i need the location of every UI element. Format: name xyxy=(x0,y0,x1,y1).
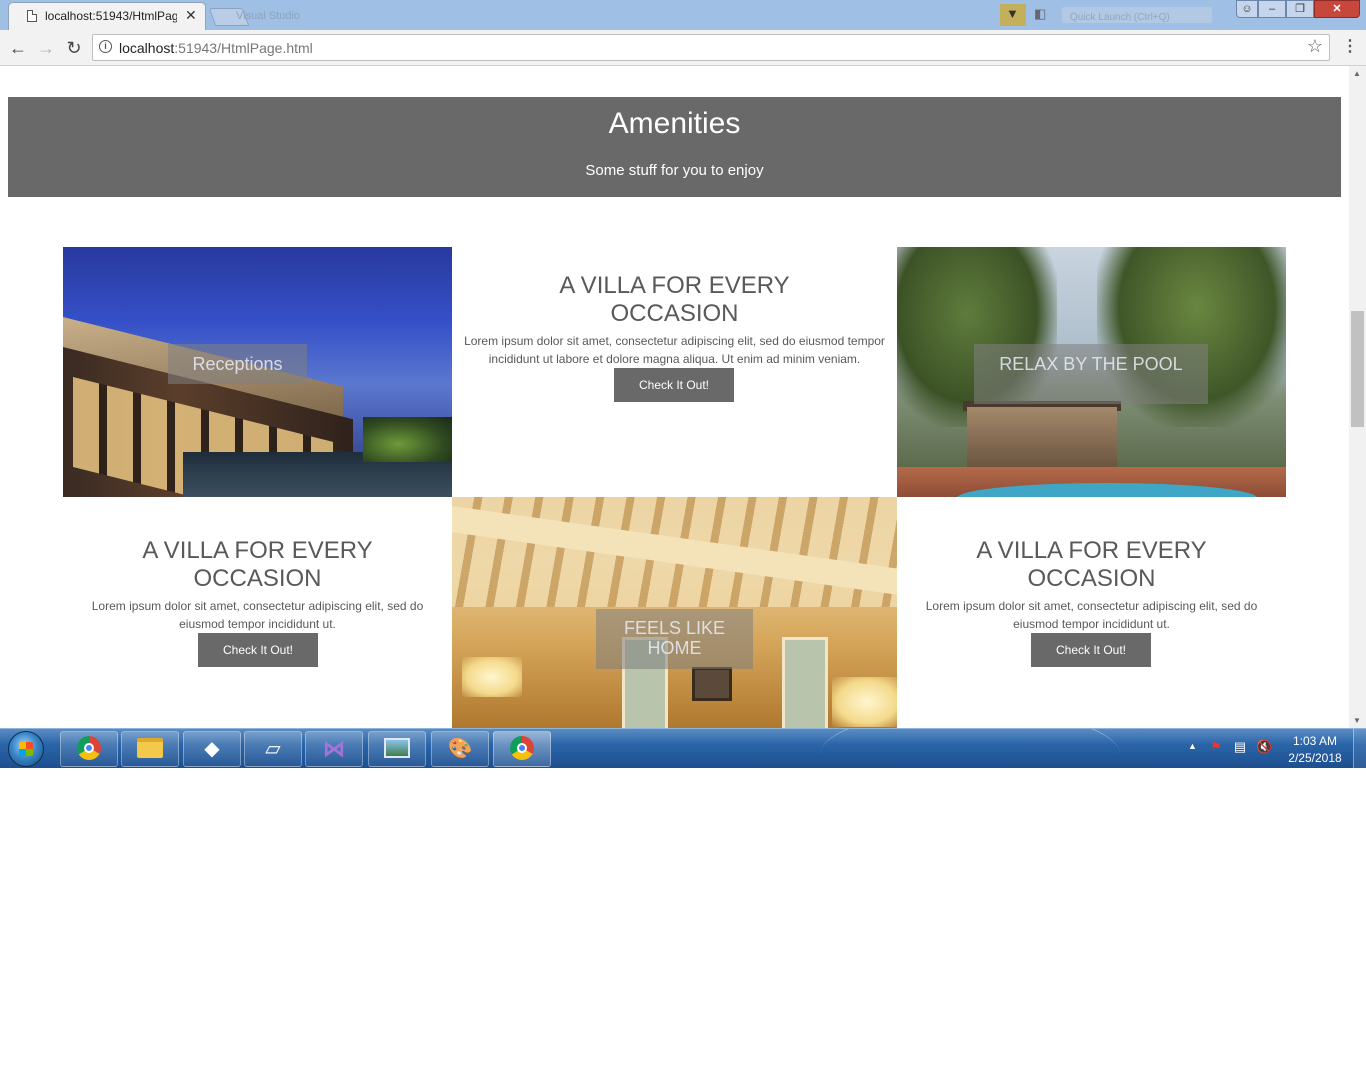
card-title: A VILLA FOR EVERY OCCASION xyxy=(559,272,790,327)
pool-label[interactable]: RELAX BY THE POOL xyxy=(974,344,1208,404)
show-desktop-button[interactable] xyxy=(1353,729,1366,768)
image-detail xyxy=(692,667,732,701)
page-subtitle: Some stuff for you to enjoy xyxy=(585,162,764,179)
user-icon[interactable]: ☺ xyxy=(1236,0,1258,18)
close-window-button[interactable]: ✕ xyxy=(1314,0,1360,18)
card-title: A VILLA FOR EVERY OCCASION xyxy=(976,537,1207,592)
windows-taskbar: ◆ ▱ ⋈ 🎨 ▲ ⚑ ▤ 🔇 1:03 AM 2/25/2018 xyxy=(0,728,1366,768)
page-viewport: Amenities Some stuff for you to enjoy Re… xyxy=(0,66,1349,728)
chrome-taskbar-button[interactable] xyxy=(60,731,118,767)
action-center-flag-icon[interactable]: ⚑ xyxy=(1208,739,1224,755)
info-icon[interactable]: i xyxy=(99,40,112,53)
image-detail xyxy=(782,637,828,728)
quick-launch-search[interactable]: Quick Launch (Ctrl+Q) xyxy=(1062,7,1212,23)
paint-taskbar-button[interactable]: 🎨 xyxy=(431,731,489,767)
image-detail xyxy=(363,417,452,462)
scrollbar-thumb[interactable] xyxy=(1351,311,1364,427)
villa-card: A VILLA FOR EVERY OCCASION Lorem ipsum d… xyxy=(452,272,897,368)
image-detail xyxy=(832,677,897,727)
tab-title: localhost:51943/HtmlPage.html xyxy=(45,9,177,23)
url-path: :51943/HtmlPage.html xyxy=(174,40,313,56)
check-it-out-button[interactable]: Check It Out! xyxy=(1031,633,1151,667)
start-button[interactable] xyxy=(8,731,44,767)
address-bar[interactable]: i localhost:51943/HtmlPage.html ☆ xyxy=(92,34,1330,61)
volume-muted-icon[interactable]: 🔇 xyxy=(1256,739,1272,755)
window-titlebar: localhost:51943/HtmlPage.html ✕ Visual S… xyxy=(0,0,1366,30)
chrome-icon xyxy=(77,736,101,761)
forward-arrow-icon[interactable]: → xyxy=(34,36,58,60)
document-icon xyxy=(27,10,37,22)
scroll-up-icon[interactable]: ▲ xyxy=(1353,69,1361,78)
url-text[interactable]: localhost:51943/HtmlPage.html xyxy=(119,40,313,56)
image-detail xyxy=(967,407,1117,469)
card-body: Lorem ipsum dolor sit amet, consectetur … xyxy=(91,599,424,631)
paint-icon: 🎨 xyxy=(447,738,473,760)
app-taskbar-button[interactable]: ◆ xyxy=(183,731,241,767)
photo-viewer-icon xyxy=(384,738,410,759)
amenities-banner: Amenities Some stuff for you to enjoy xyxy=(8,97,1341,197)
reload-icon[interactable]: ↻ xyxy=(62,36,86,60)
visual-studio-taskbar-button[interactable]: ⋈ xyxy=(305,731,363,767)
notes-taskbar-button[interactable]: ▱ xyxy=(244,731,302,767)
clock-time[interactable]: 1:03 AM xyxy=(1284,734,1346,748)
clock-date[interactable]: 2/25/2018 xyxy=(1284,751,1346,765)
villa-card: A VILLA FOR EVERY OCCASION Lorem ipsum d… xyxy=(897,537,1286,633)
notes-icon: ▱ xyxy=(265,738,281,760)
room-image: FEELS LIKE HOME xyxy=(452,497,897,728)
home-label[interactable]: FEELS LIKE HOME xyxy=(596,609,753,669)
kebab-menu-icon[interactable]: ⋮ xyxy=(1342,36,1358,56)
browser-tab[interactable]: localhost:51943/HtmlPage.html ✕ xyxy=(8,2,206,30)
url-host: localhost xyxy=(119,40,175,56)
visual-studio-icon: ⋈ xyxy=(323,736,345,761)
pin-icon: ▼ xyxy=(1006,6,1019,21)
browser-toolbar: ← → ↻ i localhost:51943/HtmlPage.html ☆ … xyxy=(0,30,1366,66)
pool-image: RELAX BY THE POOL xyxy=(897,247,1286,497)
vertical-scrollbar[interactable]: ▲ ▼ xyxy=(1349,66,1366,728)
extension-icon[interactable]: ◧ xyxy=(1034,6,1046,22)
back-arrow-icon[interactable]: ← xyxy=(6,36,30,60)
explorer-taskbar-button[interactable] xyxy=(121,731,179,767)
photo-viewer-taskbar-button[interactable] xyxy=(368,731,426,767)
card-body: Lorem ipsum dolor sit amet, consectetur … xyxy=(925,599,1258,631)
image-detail xyxy=(462,657,522,697)
chrome-icon xyxy=(510,736,534,761)
network-icon[interactable]: ▤ xyxy=(1232,739,1248,755)
card-body: Lorem ipsum dolor sit amet, consectetur … xyxy=(464,334,885,366)
receptions-label[interactable]: Receptions xyxy=(168,344,307,384)
taskbar-decoration xyxy=(820,729,1120,768)
close-icon[interactable]: ✕ xyxy=(185,7,197,24)
windows-logo-icon xyxy=(19,742,33,756)
villa-card: A VILLA FOR EVERY OCCASION Lorem ipsum d… xyxy=(63,537,452,633)
maximize-button[interactable]: ❐ xyxy=(1286,0,1314,18)
card-title: A VILLA FOR EVERY OCCASION xyxy=(142,537,373,592)
show-hidden-icons-icon[interactable]: ▲ xyxy=(1188,741,1197,751)
minimize-button[interactable]: ‒ xyxy=(1258,0,1286,18)
chrome-active-taskbar-button[interactable] xyxy=(493,731,551,767)
check-it-out-button[interactable]: Check It Out! xyxy=(614,368,734,402)
star-icon[interactable]: ☆ xyxy=(1307,36,1323,57)
file-explorer-icon xyxy=(137,738,163,759)
app-icon: ◆ xyxy=(204,738,220,760)
background-window-title: Visual Studio xyxy=(236,10,301,22)
scroll-down-icon[interactable]: ▼ xyxy=(1353,716,1361,725)
check-it-out-button[interactable]: Check It Out! xyxy=(198,633,318,667)
receptions-image: Receptions xyxy=(63,247,452,497)
quick-launch-placeholder: Quick Launch (Ctrl+Q) xyxy=(1070,12,1170,23)
page-title: Amenities xyxy=(608,107,741,140)
